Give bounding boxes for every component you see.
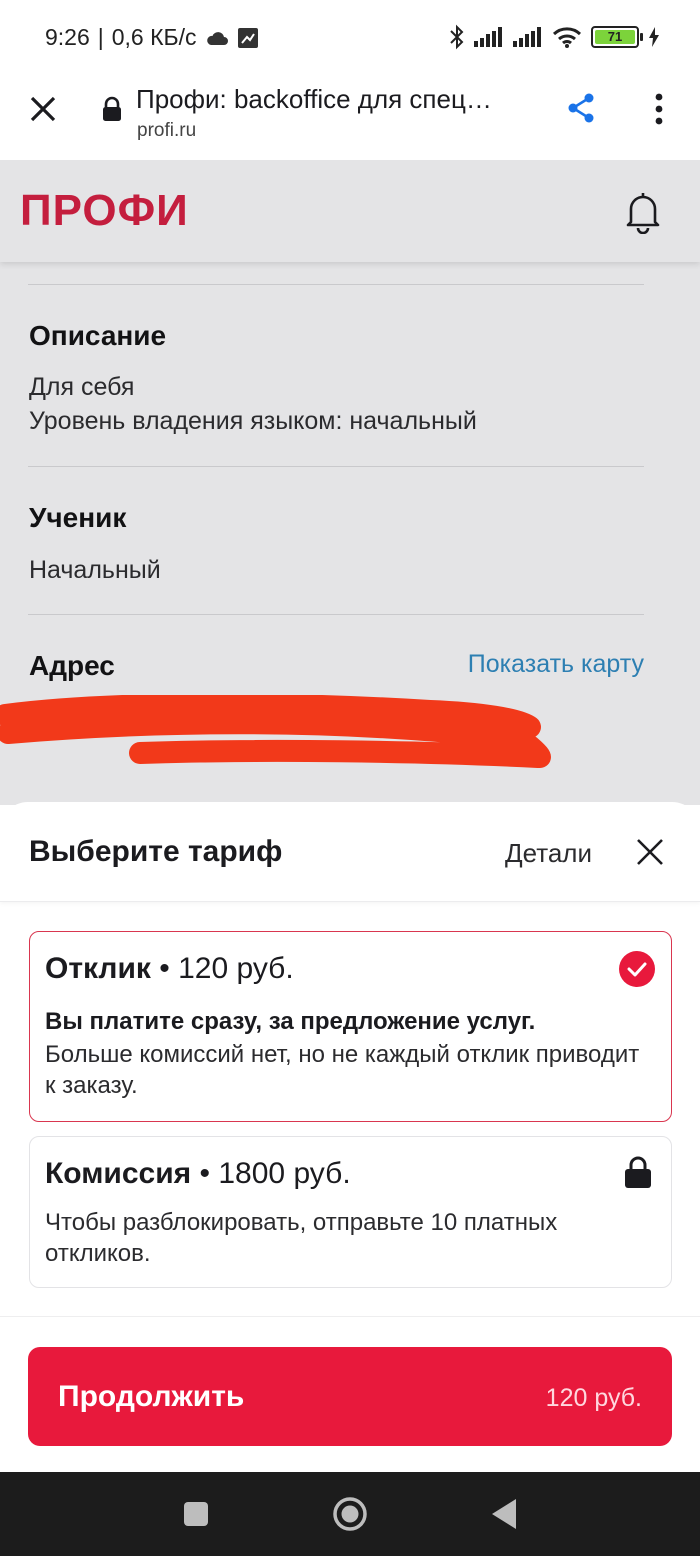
description-line-1: Для себя (29, 373, 135, 401)
home-circle-icon[interactable] (332, 1496, 368, 1532)
browser-domain[interactable]: profi.ru (137, 120, 196, 142)
continue-button[interactable]: Продолжить 120 руб. (28, 1347, 672, 1446)
divider (28, 614, 644, 615)
background-page: ПРОФИ Описание Для себя Уровень владения… (0, 160, 700, 805)
tariff-description: Больше комиссий нет, но не каждый отклик… (45, 1041, 640, 1099)
charging-icon (649, 27, 659, 47)
battery-icon: 71 (591, 26, 643, 48)
recents-square-icon[interactable] (183, 1501, 209, 1527)
cloud-icon (206, 31, 228, 45)
redacted-address-scribble (0, 695, 551, 768)
tariff-bottom-sheet: Выберите тариф Детали Отклик • 120 руб. … (0, 802, 700, 1472)
divider (28, 284, 644, 285)
status-right: 71 (449, 24, 660, 50)
tariff-price: • 120 руб. (150, 952, 294, 985)
secure-lock-icon (103, 96, 121, 121)
tariff-name: Комиссия (45, 1157, 192, 1190)
status-separator: | (97, 24, 104, 50)
back-triangle-icon[interactable] (490, 1497, 518, 1531)
student-value: Начальный (29, 556, 161, 584)
sheet-title: Выберите тариф (29, 835, 283, 868)
tariff-bold-text: Вы платите сразу, за предложение услуг. (45, 1008, 536, 1035)
battery-level: 71 (595, 30, 635, 44)
status-speed: 0,6 КБ/с (111, 24, 197, 50)
bluetooth-icon (450, 24, 464, 50)
system-nav-bar (0, 1472, 700, 1556)
browser-page-title[interactable]: Профи: backoffice для спец… (136, 84, 526, 115)
tariff-name: Отклик (45, 952, 151, 985)
description-line-2: Уровень владения языком: начальный (29, 407, 477, 435)
address-title: Адрес (29, 650, 115, 681)
continue-button-label: Продолжить (58, 1380, 245, 1413)
wifi-icon (552, 27, 582, 48)
tariff-option-commission[interactable]: Комиссия • 1800 руб. Чтобы разблокироват… (29, 1136, 672, 1288)
close-icon[interactable] (632, 834, 668, 870)
site-header: ПРОФИ (0, 160, 700, 262)
selected-check-icon (619, 951, 655, 987)
sheet-header: Выберите тариф Детали (0, 802, 700, 902)
continue-button-price: 120 руб. (545, 1384, 642, 1412)
cta-container: Продолжить 120 руб. (0, 1316, 700, 1472)
profi-logo[interactable]: ПРОФИ (20, 186, 189, 236)
app-notification-icon (237, 27, 258, 48)
status-bar: 9:26 | 0,6 КБ/с 71 (0, 0, 700, 78)
details-link[interactable]: Детали (505, 838, 592, 869)
tariff-name-line: Отклик • 120 руб. (45, 952, 294, 986)
notifications-bell-icon[interactable] (622, 190, 664, 234)
tariff-price: • 1800 руб. (191, 1157, 351, 1190)
status-time: 9:26 (45, 24, 90, 50)
tariff-option-response[interactable]: Отклик • 120 руб. Вы платите сразу, за п… (29, 931, 672, 1122)
lock-icon (625, 1156, 651, 1188)
tariff-description: Чтобы разблокировать, отправьте 10 платн… (45, 1209, 558, 1267)
divider (28, 466, 644, 467)
show-map-link[interactable]: Показать карту (468, 650, 644, 679)
browser-toolbar: Профи: backoffice для спец… profi.ru (0, 78, 700, 160)
share-icon[interactable] (566, 92, 596, 124)
tariff-name-line: Комиссия • 1800 руб. (45, 1157, 351, 1191)
student-title: Ученик (29, 502, 127, 533)
status-left: 9:26 | 0,6 КБ/с (45, 24, 259, 51)
more-options-icon[interactable] (649, 92, 669, 126)
description-title: Описание (29, 320, 167, 351)
close-tab-icon[interactable] (26, 92, 60, 126)
signal-icon-2 (513, 27, 541, 47)
signal-icon-1 (474, 27, 502, 47)
